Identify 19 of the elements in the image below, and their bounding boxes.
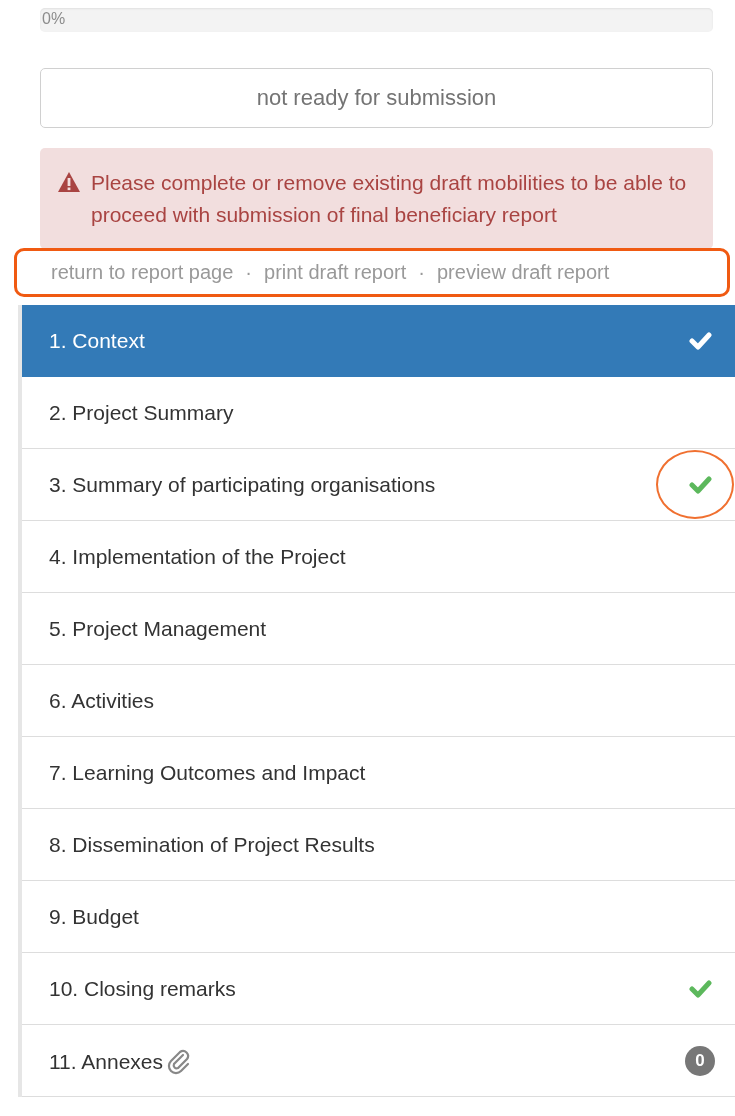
section-label: 1. Context [49,328,145,352]
progress-label: 0% [42,10,66,28]
section-label: 6. Activities [49,688,155,712]
section-label: 9. Budget [49,904,139,928]
alert-message: Please complete or remove existing draft mobilities to be able to proceed with submission of final beneficiary report [91,170,688,228]
warning-icon [57,171,81,193]
section-label: 5. Project Management [49,616,267,640]
section-label: 8. Dissemination of Project Results [49,832,375,856]
section-label: 10. Closing remarks [49,976,236,1000]
separator-dot: · [245,261,252,284]
section-label: 3. Summary of participating organisations [49,472,436,496]
count-badge: 0 [685,1045,715,1076]
separator-dot: · [418,261,425,284]
section-label: 11. Annexes [49,1049,164,1073]
section-label: 2. Project Summary [49,400,234,424]
section-item[interactable]: 1. Context [22,305,735,377]
section-label: 7. Learning Outcomes and Impact [49,760,366,784]
section-label: 4. Implementation of the Project [49,544,346,568]
section-item[interactable]: 3. Summary of participating organisations [22,449,735,521]
